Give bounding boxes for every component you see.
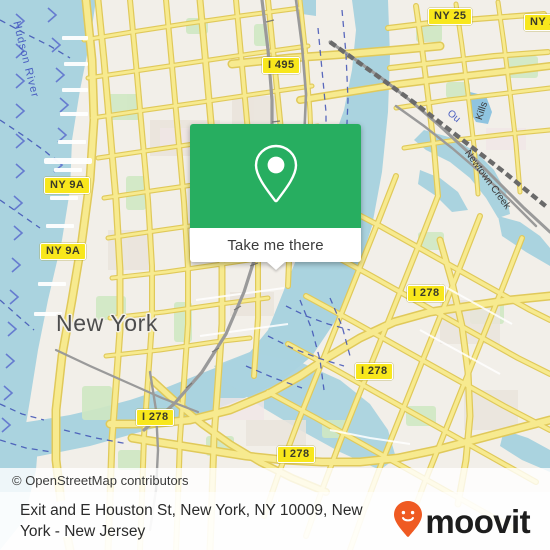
- take-me-there-button[interactable]: Take me there: [227, 237, 323, 254]
- highway-shield-ny-9a-south: NY 9A: [40, 243, 87, 260]
- location-info-card[interactable]: Take me there: [190, 124, 361, 270]
- footer-bar: Exit and E Houston St, New York, NY 1000…: [0, 492, 550, 550]
- highway-shield-i-278-west: I 278: [136, 409, 175, 426]
- place-label-new-york: New York: [56, 310, 158, 336]
- info-card-footer[interactable]: Take me there: [190, 228, 361, 270]
- info-card-header: [190, 124, 361, 228]
- footer-address-text: Exit and E Houston St, New York, NY 1000…: [20, 502, 363, 540]
- moovit-wordmark: moovit: [425, 502, 530, 540]
- map-attribution-bar: © OpenStreetMap contributors: [0, 468, 550, 492]
- moovit-logo[interactable]: moovit: [393, 500, 531, 543]
- highway-shield-i-278-mid: I 278: [355, 363, 394, 380]
- attribution-text[interactable]: © OpenStreetMap contributors: [0, 473, 189, 488]
- highway-shield-i-278-south: I 278: [277, 446, 316, 463]
- map-pin-icon: [252, 143, 300, 210]
- highway-shield-ny-9a-north: NY 9A: [44, 177, 91, 194]
- highway-shield-i-278-east: I 278: [407, 285, 446, 302]
- map-screenshot-root: NY 25 NY 2 I 495 NY 9A NY 9A I 278 I 278…: [0, 0, 550, 550]
- highway-shield-ny-25: NY 25: [428, 8, 473, 25]
- info-card-pointer: [266, 262, 285, 270]
- highway-shield-i-495: I 495: [262, 57, 301, 74]
- moovit-smiley-pin-icon: [393, 500, 423, 543]
- highway-shield-ny-2: NY 2: [524, 14, 550, 31]
